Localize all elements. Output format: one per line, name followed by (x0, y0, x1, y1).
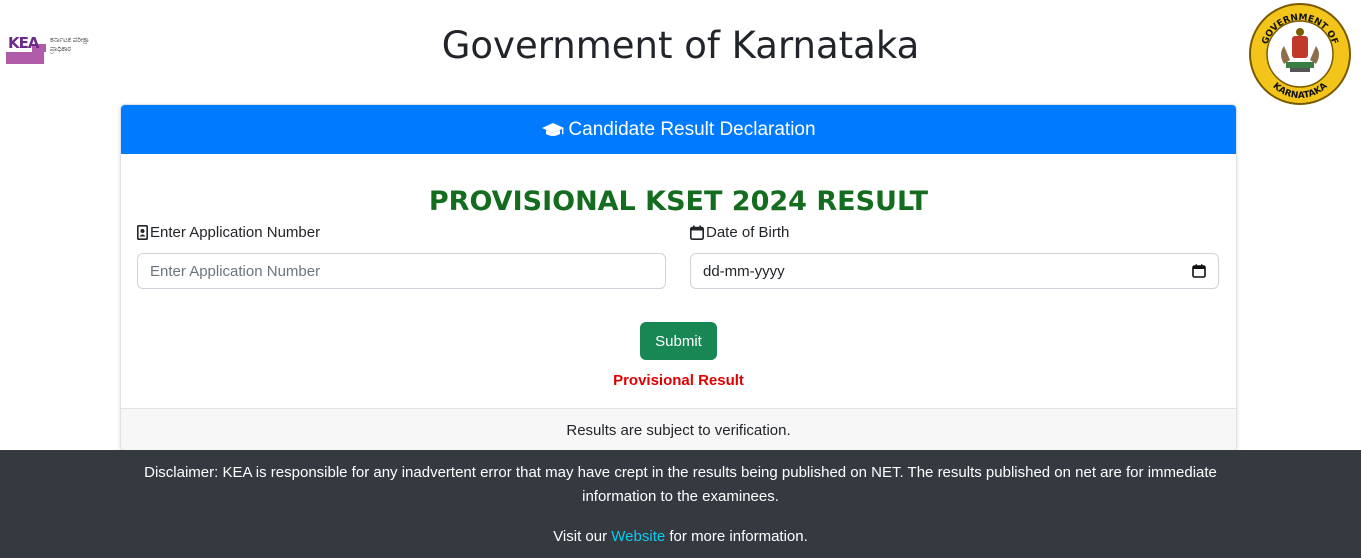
site-footer: Disclaimer: KEA is responsible for any i… (0, 450, 1361, 558)
verification-note: Results are subject to verification. (566, 421, 791, 439)
graduation-cap-icon (542, 122, 565, 136)
application-number-label: Enter Application Number (137, 224, 320, 241)
dob-label-text: Date of Birth (706, 224, 790, 241)
website-link[interactable]: Website (611, 528, 665, 545)
page-title: Government of Karnataka (441, 24, 920, 67)
visit-website-line: Visit our Website for more information. (0, 525, 1361, 549)
application-number-label-text: Enter Application Number (150, 224, 321, 241)
dob-input[interactable]: dd-mm-yyyy (690, 253, 1219, 289)
application-number-placeholder: Enter Application Number (150, 262, 321, 280)
dob-label: Date of Birth (690, 224, 789, 241)
card-footer: Results are subject to verification. (121, 408, 1236, 450)
calendar-icon (690, 225, 704, 240)
submit-button[interactable]: Submit (640, 322, 717, 360)
provisional-result-note: Provisional Result (613, 372, 744, 389)
disclaimer-text: Disclaimer: KEA is responsible for any i… (144, 464, 1217, 505)
application-number-input[interactable]: Enter Application Number (137, 253, 666, 289)
id-badge-icon (137, 225, 148, 240)
dob-value: dd-mm-yyyy (703, 262, 785, 280)
calendar-picker-icon[interactable] (1192, 264, 1206, 278)
government-emblem: GOVERNMENT OF KARNATAKA (1249, 3, 1351, 105)
card-header: Candidate Result Declaration (121, 105, 1236, 154)
visit-suffix: for more information. (669, 528, 808, 545)
card-header-title: Candidate Result Declaration (568, 118, 816, 140)
visit-prefix: Visit our (553, 528, 608, 545)
result-card: Candidate Result Declaration PROVISIONAL… (120, 104, 1237, 451)
result-title: PROVISIONAL KSET 2024 RESULT (428, 186, 929, 217)
